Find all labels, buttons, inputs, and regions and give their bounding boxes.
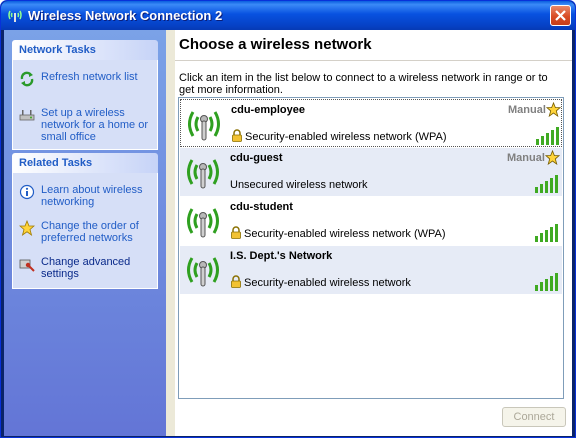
network-item[interactable]: cdu-student Security-enabled wireless ne… [180, 197, 562, 245]
network-tasks-panel: Network Tasks Refresh network list Set u… [12, 40, 158, 150]
network-item[interactable]: cdu-employee Manual Security-enabled wir… [180, 99, 562, 147]
connect-button[interactable]: Connect [502, 407, 566, 427]
setup-wireless-network-link[interactable]: Set up a wireless network for a home or … [13, 104, 157, 143]
change-preferred-order-link[interactable]: Change the order of preferred networks [13, 217, 157, 253]
setup-network-icon [19, 110, 35, 121]
network-security-status: Security-enabled wireless network (WPA) [245, 131, 447, 143]
wireless-antenna-icon [187, 257, 219, 287]
network-ssid: cdu-student [230, 201, 293, 213]
network-item[interactable]: cdu-guest Manual Unsecured wireless netw… [180, 148, 562, 196]
instructions-text: Click an item in the list below to conne… [179, 72, 548, 96]
task-pane: Network Tasks Refresh network list Set u… [4, 30, 166, 436]
refresh-network-list-link[interactable]: Refresh network list [13, 68, 157, 104]
window-title: Wireless Network Connection 2 [28, 8, 223, 23]
star-icon [19, 220, 35, 236]
network-tasks-heading: Network Tasks [12, 40, 158, 60]
signal-strength-icon [535, 175, 558, 193]
page-title: Choose a wireless network [179, 36, 372, 53]
signal-strength-icon [536, 127, 559, 145]
network-security-status: Security-enabled wireless network [244, 277, 411, 289]
lock-icon [231, 226, 241, 239]
refresh-network-list-label: Refresh network list [41, 71, 138, 83]
close-button[interactable] [550, 5, 571, 26]
change-advanced-settings-label: Change advanced settings [41, 256, 131, 280]
manual-tag: Manual [508, 104, 546, 116]
close-icon [555, 10, 566, 21]
network-ssid: I.S. Dept.'s Network [230, 250, 333, 262]
manual-tag: Manual [507, 152, 545, 164]
wireless-antenna-icon [187, 159, 219, 189]
network-list[interactable]: cdu-employee Manual Security-enabled wir… [178, 97, 564, 399]
refresh-icon [20, 71, 34, 87]
heading-divider [175, 60, 572, 61]
wireless-network-window: Wireless Network Connection 2 Network Ta… [0, 0, 576, 438]
wireless-antenna-icon [187, 208, 219, 238]
related-tasks-panel: Related Tasks Learn about wireless netwo… [12, 153, 158, 289]
network-security-status: Security-enabled wireless network (WPA) [244, 228, 446, 240]
network-security-status: Unsecured wireless network [230, 179, 368, 191]
related-tasks-heading: Related Tasks [12, 153, 158, 173]
preferred-star-icon [545, 150, 560, 165]
settings-icon [19, 259, 35, 272]
wireless-antenna-icon [188, 111, 220, 141]
wireless-icon [8, 10, 22, 22]
setup-wireless-network-label: Set up a wireless network for a home or … [41, 107, 148, 143]
preferred-star-icon [546, 102, 561, 117]
learn-about-wireless-link[interactable]: Learn about wireless networking [13, 181, 157, 217]
change-preferred-order-label: Change the order of preferred networks [41, 220, 139, 244]
lock-icon [231, 275, 241, 288]
info-icon [19, 184, 35, 200]
network-ssid: cdu-employee [231, 104, 305, 116]
signal-strength-icon [535, 273, 558, 291]
title-bar[interactable]: Wireless Network Connection 2 [1, 1, 575, 30]
change-advanced-settings-link[interactable]: Change advanced settings [13, 253, 157, 289]
signal-strength-icon [535, 224, 558, 242]
learn-about-wireless-label: Learn about wireless networking [41, 184, 143, 208]
network-ssid: cdu-guest [230, 152, 283, 164]
network-item[interactable]: I.S. Dept.'s Network Security-enabled wi… [180, 246, 562, 294]
main-content: Choose a wireless network Click an item … [175, 30, 572, 436]
lock-icon [232, 129, 242, 142]
window-body: Network Tasks Refresh network list Set u… [4, 30, 572, 436]
